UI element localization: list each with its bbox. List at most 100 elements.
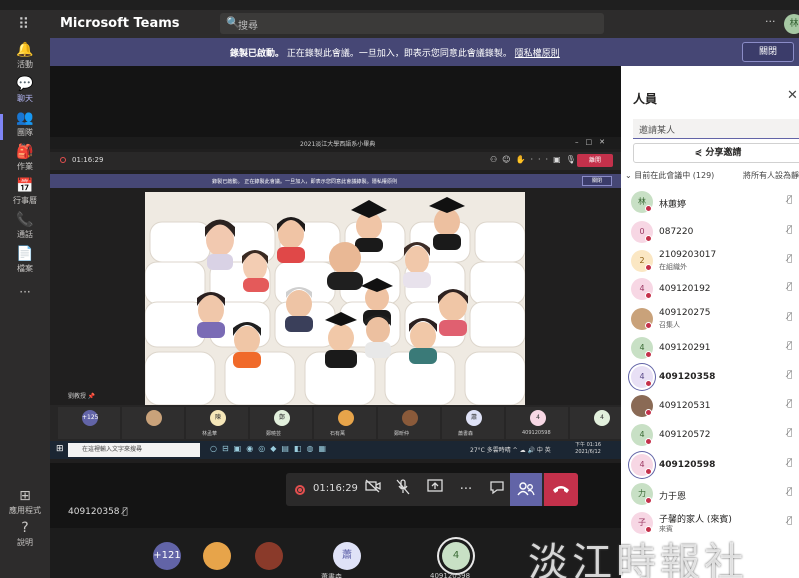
recording-started-label: 錄製已啟動。 <box>230 49 285 59</box>
shared-participant-tile: +125 <box>58 407 120 439</box>
camera-off-icon[interactable] <box>362 479 384 501</box>
presence-dot <box>645 497 652 504</box>
shared-participant-avatar: 陳 <box>210 410 226 426</box>
shared-participant-name: 鄭昕仲 <box>394 431 410 437</box>
participant-row[interactable]: 4 409120598 🎙̸ <box>621 450 799 480</box>
taskbar-clock-date: 2021/6/12 <box>575 449 601 455</box>
mic-muted-icon[interactable]: 🎙̸ <box>787 458 792 468</box>
search-input[interactable]: 搜尋 <box>238 17 258 32</box>
banner-close-button[interactable]: 關閉 <box>742 42 794 62</box>
invite-input[interactable]: 邀請某人 <box>633 119 799 139</box>
participant-name: 409120291 <box>659 343 711 353</box>
participant-row[interactable]: 409120531 🎙̸ <box>621 391 799 421</box>
chat-icon[interactable] <box>486 479 508 501</box>
participant-row[interactable]: 2 2109203017 在組織外 🎙̸ <box>621 246 799 276</box>
people-icon <box>517 482 535 496</box>
mic-muted-icon[interactable]: 🎙̸ <box>787 254 792 264</box>
mic-muted-icon[interactable]: 🎙̸ <box>787 341 792 351</box>
taskbar-app-icons: ○⊟▣◉◎◆▤◧◍▦ <box>210 444 332 453</box>
participant-name: 林蕙婷 <box>659 200 687 210</box>
taskbar-clock-time: 下午 01:16 <box>575 442 601 448</box>
presence-dot <box>645 264 652 271</box>
share-screen-icon[interactable] <box>424 479 446 501</box>
recording-notice: 正在錄製此會議。一旦加入，即表示您同意此會議錄製。 <box>286 49 512 59</box>
rail-item-phone[interactable]: 📞 通話 <box>0 212 50 240</box>
participant-row[interactable]: 4 409120572 🎙̸ <box>621 420 799 450</box>
bottom-participant-avatar[interactable] <box>255 542 283 570</box>
presence-dot <box>645 322 652 329</box>
share-invite-button[interactable]: ⋞ 分享邀請 <box>633 143 799 163</box>
rail-item-more[interactable]: ··· <box>0 284 50 299</box>
mic-muted-icon[interactable]: 🎙̸ <box>787 370 792 380</box>
presence-dot <box>645 468 652 475</box>
rail-item-assignments[interactable]: 🎒 作業 <box>0 144 50 172</box>
participant-row[interactable]: 林林蕙婷 🎙̸ <box>621 187 799 217</box>
mute-all-link[interactable]: 將所有人設為靜音 <box>743 170 799 181</box>
rail-item-files[interactable]: 📄 檔案 <box>0 246 50 274</box>
mic-muted-icon[interactable]: 🎙̸ <box>787 225 792 235</box>
participant-name: 409120192 <box>659 284 711 294</box>
shared-participant-avatar: 蕭 <box>466 410 482 426</box>
app-title: Microsoft Teams <box>60 16 180 31</box>
participant-row[interactable]: 4 409120291 🎙̸ <box>621 333 799 363</box>
participant-row[interactable]: 力力于恩 🎙̸ <box>621 479 799 509</box>
shared-participant-avatar <box>146 410 162 426</box>
participant-row[interactable]: 0 087220 🎙̸ <box>621 217 799 247</box>
shared-participant-name: 蕭書森 <box>458 431 474 437</box>
bottom-participant-avatar[interactable]: 4 <box>442 542 470 570</box>
self-name: 409120358 <box>68 507 120 517</box>
mic-muted-icon[interactable]: 🎙̸ <box>787 516 792 526</box>
rail-item-label: 活動 <box>17 60 33 69</box>
more-options-icon[interactable]: ··· <box>765 15 776 28</box>
rail-item-label: 說明 <box>17 538 33 547</box>
mic-muted-icon[interactable] <box>392 479 414 501</box>
mic-muted-icon[interactable]: 🎙̸ <box>787 399 792 409</box>
presenter-name-label: 劉教授 📌 <box>68 393 96 400</box>
rail-item-apps[interactable]: ⊞ 應用程式 <box>0 488 50 516</box>
mic-muted-icon[interactable]: 🎙̸ <box>787 282 792 292</box>
rail-item-teams[interactable]: 👥 團隊 <box>0 110 50 138</box>
close-icon[interactable]: ✕ <box>787 88 798 103</box>
rail-item-chat[interactable]: 💬 聊天 <box>0 76 50 104</box>
rail-item-bell[interactable]: 🔔 活動 <box>0 42 50 70</box>
shared-participant-tile <box>122 407 184 439</box>
app-launcher-icon[interactable]: ⠿ <box>18 15 29 33</box>
shared-leave-button: 離開 <box>577 154 613 167</box>
hang-up-button[interactable] <box>544 473 578 506</box>
participant-row[interactable]: 4 409120358 🎙̸ <box>621 362 799 392</box>
privacy-policy-link[interactable]: 隱私權原則 <box>515 49 560 59</box>
participants-button[interactable] <box>510 473 542 506</box>
mic-muted-icon[interactable]: 🎙̸ <box>787 428 792 438</box>
user-avatar[interactable]: 林 <box>784 14 799 34</box>
recording-indicator-icon <box>295 485 305 495</box>
shared-recording-banner: 錄製已啟動。 正在錄製此會議。一旦加入，即表示您同意此會議錄製。隱私權原則 關閉 <box>50 174 621 188</box>
mic-muted-icon[interactable]: 🎙̸ <box>787 312 792 322</box>
in-meeting-section-header[interactable]: ⌄ 目前在此會議中 (129) 將所有人設為靜音 <box>625 170 799 181</box>
left-rail: 🔔 活動 💬 聊天 👥 團隊 🎒 作業 📅 行事曆 📞 通話 📄 檔案 ··· ⊞ 應用程式 ? 說明 <box>0 38 50 578</box>
calendar-icon: 📅 <box>16 178 34 194</box>
shared-participant-name: 石有萬 <box>330 431 346 437</box>
mic-muted-icon[interactable]: 🎙̸ <box>787 195 792 205</box>
rail-item-help[interactable]: ? 說明 <box>0 520 50 548</box>
more-actions-icon[interactable]: ··· <box>455 479 477 501</box>
participant-row[interactable]: 4 409120192 🎙̸ <box>621 274 799 304</box>
rail-item-calendar[interactable]: 📅 行事曆 <box>0 178 50 206</box>
self-mic-off-icon: 🎙̸ <box>122 507 128 517</box>
participant-row[interactable]: 409120275 召集人 🎙̸ <box>621 304 799 334</box>
bottom-participant-avatar[interactable]: 蕭 <box>333 542 361 570</box>
shared-timer: 01:16:29 <box>72 156 104 164</box>
participant-role: 在組織外 <box>659 263 687 271</box>
bottom-participant-avatar[interactable] <box>203 542 231 570</box>
search-box[interactable]: 🔍 搜尋 <box>220 13 604 34</box>
chat-icon: 💬 <box>16 76 34 92</box>
taskbar-clock: 下午 01:16 2021/6/12 <box>575 442 601 456</box>
system-tray: 27°C 多雲時晴 ^ ☁ 🔊 中 英 <box>470 447 551 454</box>
bottom-participant-avatar[interactable]: +121 <box>153 542 181 570</box>
teams-icon: 👥 <box>16 110 34 126</box>
phone-icon: 📞 <box>16 212 34 228</box>
shared-participant-name: 409120598 <box>522 430 551 436</box>
mic-muted-icon[interactable]: 🎙̸ <box>787 487 792 497</box>
share-icon: ⋞ <box>694 148 706 158</box>
shared-banner-text: 錄製已啟動。 正在錄製此會議。一旦加入，即表示您同意此會議錄製。隱私權原則 <box>212 178 398 185</box>
rail-item-label: 應用程式 <box>9 506 41 515</box>
